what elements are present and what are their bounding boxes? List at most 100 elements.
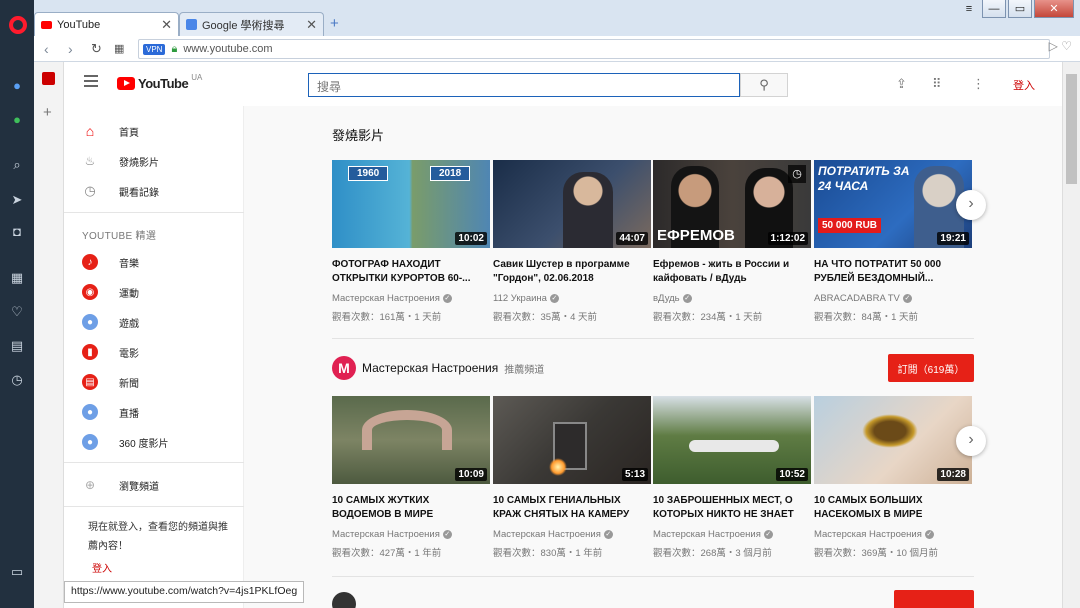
guide-item-music[interactable]: ♪ 音樂 bbox=[64, 247, 244, 277]
close-tab-icon[interactable]: ✕ bbox=[306, 17, 317, 33]
address-bar[interactable]: VPN 🔒︎ www.youtube.com bbox=[138, 39, 1050, 59]
bookmark-heart-icon[interactable]: ▷ ♡ bbox=[1049, 39, 1072, 53]
channel-name[interactable]: Мастерская Настроения ✓ bbox=[332, 293, 452, 304]
messenger-icon[interactable]: ● bbox=[9, 78, 25, 94]
video-thumbnail[interactable]: ПОТРАТИТЬ ЗА 24 ЧАСА 50 000 RUB 19:21 bbox=[814, 160, 972, 248]
lock-icon: 🔒︎ bbox=[171, 42, 178, 55]
video-title[interactable]: Савик Шустер в программе "Гордон", 02.06… bbox=[493, 258, 651, 286]
maximize-button[interactable]: ▭ bbox=[1008, 0, 1032, 18]
tab-google-scholar[interactable]: Google 學術搜尋 ✕ bbox=[179, 12, 324, 36]
insect-shape bbox=[862, 414, 918, 448]
forward-icon[interactable]: › bbox=[68, 41, 73, 57]
heart-icon[interactable]: ♡ bbox=[9, 304, 25, 320]
subscribe-button[interactable] bbox=[894, 590, 974, 608]
guide-item-home[interactable]: ⌂ 首頁 bbox=[64, 116, 244, 146]
guide-item-live[interactable]: ● 直播 bbox=[64, 397, 244, 427]
vpn-badge[interactable]: VPN bbox=[143, 43, 166, 55]
close-window-button[interactable]: ✕ bbox=[1034, 0, 1074, 18]
more-options-icon[interactable]: ⋮ bbox=[972, 76, 985, 92]
menu-icon[interactable]: ≡ bbox=[958, 0, 980, 18]
channel-name[interactable]: Мастерская Настроения ✓ bbox=[332, 529, 452, 540]
channel-label: Мастерская Настроения bbox=[493, 529, 601, 540]
channel-avatar[interactable] bbox=[332, 592, 356, 608]
guide-item-trending[interactable]: ♨ 發燒影片 bbox=[64, 146, 244, 176]
channel-avatar[interactable]: M bbox=[332, 356, 356, 380]
speed-dial-icon[interactable]: ▦ bbox=[9, 270, 25, 286]
guide-signin-link[interactable]: 登入 bbox=[92, 560, 112, 575]
watch-later-icon[interactable]: ◷ bbox=[788, 165, 806, 183]
news-feed-icon[interactable]: ▤ bbox=[9, 338, 25, 354]
hamburger-menu-icon[interactable] bbox=[84, 75, 98, 87]
opera-logo-icon[interactable] bbox=[9, 16, 27, 34]
history-icon: ◷ bbox=[84, 183, 96, 198]
news-icon: ▤ bbox=[82, 374, 98, 390]
google-scholar-favicon-icon bbox=[186, 19, 197, 30]
tab-youtube[interactable]: YouTube ✕ bbox=[34, 12, 179, 36]
window-controls: ≡ — ▭ ✕ bbox=[958, 0, 1074, 18]
section-title-trending: 發燒影片 bbox=[332, 128, 385, 143]
guide-item-360[interactable]: ● 360 度影片 bbox=[64, 427, 244, 457]
youtube-logo[interactable]: YouTube UA bbox=[117, 73, 203, 91]
history-clock-icon[interactable]: ◷ bbox=[9, 372, 25, 388]
video-title[interactable]: 10 САМЫХ БОЛЬШИХ НАСЕКОМЫХ В МИРЕ bbox=[814, 494, 972, 522]
video-thumbnail[interactable]: 10:52 bbox=[653, 396, 811, 484]
upload-icon[interactable]: ⇪ bbox=[896, 76, 907, 92]
whatsapp-icon[interactable]: ● bbox=[9, 112, 25, 128]
apps-grid-icon[interactable]: ⠿ bbox=[932, 76, 942, 92]
video-thumbnail[interactable]: 5:13 bbox=[493, 396, 651, 484]
camera-icon[interactable]: ◘ bbox=[9, 224, 25, 240]
video-title[interactable]: 10 ЗАБРОШЕННЫХ МЕСТ, О КОТОРЫХ НИКТО НЕ … bbox=[653, 494, 811, 522]
search-input[interactable]: 搜尋 bbox=[308, 73, 740, 97]
channel-name[interactable]: ABRACADABRA TV ✓ bbox=[814, 293, 912, 304]
video-thumbnail[interactable]: 44:07 bbox=[493, 160, 651, 248]
guide-label: 音樂 bbox=[119, 258, 139, 270]
fire-icon: ♨ bbox=[84, 154, 96, 168]
guide-item-browse-channels[interactable]: ⊕ 瀏覽頻道 bbox=[64, 470, 244, 500]
video-title[interactable]: Ефремов - жить в России и кайфовать / вД… bbox=[653, 258, 811, 286]
channel-label: Мастерская Настроения bbox=[332, 529, 440, 540]
search-icon[interactable]: ⌕ bbox=[9, 157, 25, 173]
channel-shelf-name[interactable]: Мастерская Настроения bbox=[362, 361, 498, 375]
guide-item-gaming[interactable]: ● 遊戲 bbox=[64, 307, 244, 337]
shelf-next-button[interactable]: › bbox=[956, 190, 986, 220]
guide-item-news[interactable]: ▤ 新聞 bbox=[64, 367, 244, 397]
tabs-grid-icon[interactable]: ▦ bbox=[114, 42, 124, 55]
video-title[interactable]: ФОТОГРАФ НАХОДИТ ОТКРЫТКИ КУРОРТОВ 60-..… bbox=[332, 258, 490, 286]
video-title[interactable]: 10 САМЫХ ГЕНИАЛЬНЫХ КРАЖ СНЯТЫХ НА КАМЕР… bbox=[493, 494, 651, 522]
reload-icon[interactable]: ↻ bbox=[91, 41, 102, 57]
subscribe-button[interactable]: 訂閱（619萬） bbox=[888, 354, 974, 382]
channel-name[interactable]: вДудь ✓ bbox=[653, 293, 692, 304]
youtube-ext-icon[interactable] bbox=[42, 72, 55, 85]
page-scrollbar[interactable] bbox=[1062, 62, 1080, 608]
creature-shape bbox=[362, 410, 452, 450]
gaming-icon: ● bbox=[82, 314, 98, 330]
send-icon[interactable]: ➤ bbox=[9, 192, 25, 208]
guide-item-movies[interactable]: ▮ 電影 bbox=[64, 337, 244, 367]
duration-badge: 10:28 bbox=[937, 468, 969, 481]
close-tab-icon[interactable]: ✕ bbox=[161, 17, 172, 33]
channel-name[interactable]: Мастерская Настроения ✓ bbox=[653, 529, 773, 540]
channel-name[interactable]: Мастерская Настроения ✓ bbox=[814, 529, 934, 540]
duration-badge: 19:21 bbox=[937, 232, 969, 245]
signin-button[interactable]: 登入 bbox=[1013, 77, 1035, 93]
shelf-next-button[interactable]: › bbox=[956, 426, 986, 456]
sidebar-toggle-icon[interactable]: ▭ bbox=[9, 564, 25, 580]
video-title[interactable]: 10 САМЫХ ЖУТКИХ ВОДОЕМОВ В МИРЕ bbox=[332, 494, 490, 522]
new-tab-button[interactable]: + bbox=[330, 15, 339, 32]
back-icon[interactable]: ‹ bbox=[44, 41, 49, 57]
minimize-button[interactable]: — bbox=[982, 0, 1006, 18]
region-code: UA bbox=[191, 73, 203, 82]
channel-name[interactable]: 112 Украина ✓ bbox=[493, 293, 559, 304]
video-thumbnail[interactable]: 1960 2018 10:02 bbox=[332, 160, 490, 248]
guide-label: 直播 bbox=[119, 408, 139, 420]
channel-name[interactable]: Мастерская Настроения ✓ bbox=[493, 529, 613, 540]
video-thumbnail[interactable]: 10:28 bbox=[814, 396, 972, 484]
scrollbar-thumb[interactable] bbox=[1066, 74, 1077, 184]
search-button[interactable]: ⚲ bbox=[740, 73, 788, 97]
add-panel-icon[interactable]: + bbox=[43, 104, 52, 121]
video-thumbnail[interactable]: 10:09 bbox=[332, 396, 490, 484]
video-thumbnail[interactable]: ЕФРЕМОВ ◷ 1:12:02 bbox=[653, 160, 811, 248]
guide-item-history[interactable]: ◷ 觀看記錄 bbox=[64, 176, 244, 206]
guide-item-sports[interactable]: ◉ 運動 bbox=[64, 277, 244, 307]
video-title[interactable]: НА ЧТО ПОТРАТИТ 50 000 РУБЛЕЙ БЕЗДОМНЫЙ.… bbox=[814, 258, 972, 286]
